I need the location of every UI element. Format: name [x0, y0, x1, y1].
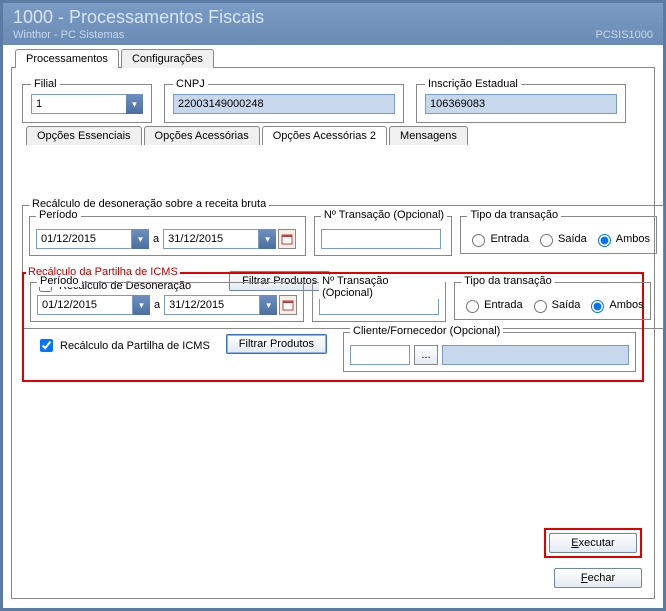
group-partilha-icms: Recálculo da Partilha de ICMS Período ▼ … — [22, 272, 644, 382]
calendar-icon — [282, 299, 294, 311]
titlebar: 1000 - Processamentos Fiscais Winthor - … — [3, 3, 663, 45]
tab-configuracoes[interactable]: Configurações — [121, 49, 214, 68]
filtrar-produtos-button-2[interactable]: Filtrar Produtos — [226, 334, 327, 354]
cnpj-field — [173, 94, 395, 114]
date-to-2[interactable] — [164, 295, 260, 315]
date-from-2[interactable] — [37, 295, 133, 315]
fieldset-inscricao: Inscrição Estadual — [416, 78, 626, 123]
tab-opcoes-acessorias-2[interactable]: Opções Acessórias 2 — [262, 126, 387, 145]
checkbox-partilha-icms[interactable]: Recálculo da Partilha de ICMS — [36, 336, 210, 355]
app-subtitle-right: PCSIS1000 — [596, 29, 653, 41]
date-from-2-dropdown[interactable]: ▼ — [133, 295, 150, 315]
tab-opcoes-essenciais[interactable]: Opções Essenciais — [26, 126, 142, 145]
label-date-sep-2: a — [154, 299, 160, 311]
inner-tabstrip: Opções Essenciais Opções Acessórias Opçõ… — [26, 126, 470, 145]
label-tipo-1: Tipo da transação — [467, 209, 561, 221]
cliente-input[interactable] — [350, 345, 410, 365]
main-tabstrip: Processamentos Configurações — [15, 49, 216, 68]
date-to-1-dropdown[interactable]: ▼ — [259, 229, 276, 249]
fechar-label: echar — [588, 572, 616, 584]
cliente-desc-field — [442, 345, 629, 365]
fechar-button[interactable]: Fechar — [554, 568, 642, 588]
executar-label: xecutar — [579, 537, 615, 549]
executar-button[interactable]: Executar — [549, 533, 637, 553]
app-subtitle-left: Winthor - PC Sistemas — [13, 29, 124, 41]
radio-entrada-1[interactable]: Entrada — [467, 231, 529, 247]
label-tipo-2: Tipo da transação — [461, 275, 555, 287]
client-area: Processamentos Configurações Filial ▼ CN… — [3, 45, 663, 607]
tab-opcoes-acessorias[interactable]: Opções Acessórias — [144, 126, 260, 145]
label-periodo-2: Período — [37, 275, 82, 287]
calendar-button-2[interactable] — [279, 295, 297, 315]
calendar-icon — [281, 233, 293, 245]
filial-dropdown-button[interactable]: ▼ — [126, 94, 143, 114]
transacao-input-1[interactable] — [321, 229, 441, 249]
date-from-1-dropdown[interactable]: ▼ — [132, 229, 149, 249]
label-filial: Filial — [31, 78, 60, 90]
date-from-1[interactable] — [36, 229, 132, 249]
inscricao-field — [425, 94, 617, 114]
label-periodo-1: Período — [36, 209, 81, 221]
radio-ambos-2[interactable]: Ambos — [586, 297, 643, 313]
date-to-2-dropdown[interactable]: ▼ — [260, 295, 277, 315]
label-transacao-1: Nº Transação (Opcional) — [321, 209, 447, 221]
label-cliente: Cliente/Fornecedor (Opcional) — [350, 325, 503, 337]
window-frame: 1000 - Processamentos Fiscais Winthor - … — [0, 0, 666, 611]
window-title: 1000 - Processamentos Fiscais — [13, 7, 653, 28]
fieldset-cnpj: CNPJ — [164, 78, 404, 123]
radio-ambos-1[interactable]: Ambos — [593, 231, 650, 247]
radio-saida-2[interactable]: Saída — [529, 297, 581, 313]
radio-entrada-2[interactable]: Entrada — [461, 297, 523, 313]
tab-processamentos[interactable]: Processamentos — [15, 49, 119, 68]
tab-mensagens[interactable]: Mensagens — [389, 126, 468, 145]
date-to-1[interactable] — [163, 229, 259, 249]
calendar-button-1[interactable] — [278, 229, 296, 249]
radio-saida-1[interactable]: Saída — [535, 231, 587, 247]
label-transacao-2: Nº Transação (Opcional) — [319, 275, 445, 299]
fieldset-filial: Filial ▼ — [22, 78, 152, 123]
label-inscricao: Inscrição Estadual — [425, 78, 521, 90]
executar-highlight: Executar — [544, 528, 642, 558]
label-date-sep-1: a — [153, 233, 159, 245]
label-cnpj: CNPJ — [173, 78, 208, 90]
main-tabpanel: Filial ▼ CNPJ Inscrição Estadual Opções … — [11, 67, 655, 599]
cliente-lookup-button[interactable]: ... — [414, 345, 438, 365]
